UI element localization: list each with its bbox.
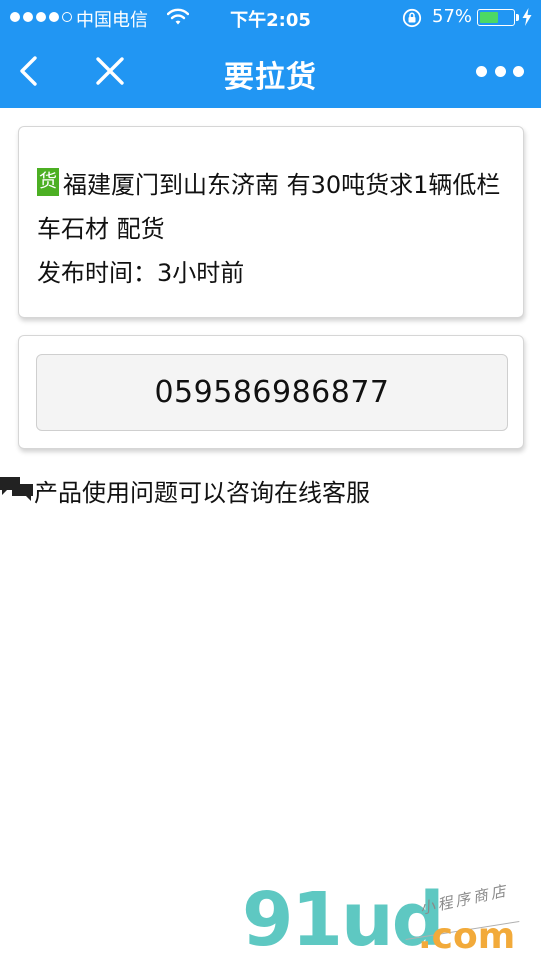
more-icon [494, 65, 506, 77]
charging-bolt-icon [522, 8, 532, 26]
watermark-domain: .com [418, 916, 516, 957]
status-bar: 中国电信 下午2:05 57% [0, 0, 541, 34]
more-icon [476, 65, 487, 77]
top-bar: 中国电信 下午2:05 57% 要拉货 [0, 0, 541, 108]
customer-service-text: 产品使用问题可以咨询在线客服 [34, 478, 370, 507]
battery-percent: 57% [432, 6, 473, 27]
more-button[interactable] [476, 60, 524, 82]
battery-icon [477, 9, 515, 26]
customer-service-link[interactable]: 产品使用问题可以咨询在线客服 [0, 472, 370, 508]
watermark-logo: 91ud [242, 877, 445, 963]
battery-cap [516, 14, 519, 21]
nav-bar: 要拉货 [0, 34, 541, 108]
chat-bubbles-icon [0, 477, 33, 501]
listing-card: 货福建厦门到山东济南 有30吨货求1辆低栏车石材 配货 发布时间：3小时前 [18, 126, 524, 318]
call-phone-button[interactable]: 059586986877 [36, 354, 508, 431]
more-icon [513, 65, 524, 77]
listing-description: 福建厦门到山东济南 有30吨货求1辆低栏车石材 配货 [37, 171, 501, 243]
goods-badge: 货 [37, 168, 59, 196]
page-title: 要拉货 [224, 60, 317, 95]
battery-level [480, 12, 499, 23]
publish-time: 发布时间：3小时前 [37, 259, 245, 287]
lock-rotation-icon [402, 8, 422, 28]
contact-card: 059586986877 [18, 335, 524, 449]
